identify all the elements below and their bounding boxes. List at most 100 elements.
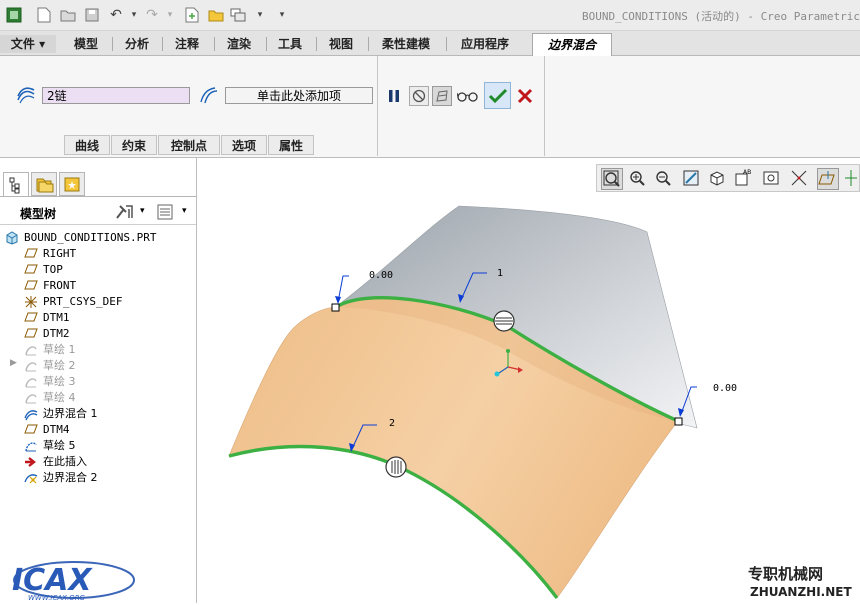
redo-dropdown-icon[interactable]: ▾ — [160, 5, 180, 25]
boundary-blend-new-icon — [24, 471, 40, 485]
insert-arrow-icon — [24, 455, 40, 469]
subtab-control-points[interactable]: 控制点 — [158, 135, 220, 155]
save-icon[interactable] — [82, 5, 102, 25]
expand-arrow-icon[interactable]: ▶ — [10, 358, 17, 368]
tab-annotate[interactable]: 注释 — [164, 35, 210, 53]
subtab-constraints[interactable]: 约束 — [111, 135, 157, 155]
customize-toolbar-icon[interactable]: ▾ — [272, 5, 292, 25]
sketch-icon — [24, 391, 40, 405]
folder-browser-tab-icon[interactable] — [31, 172, 57, 196]
sketch-icon — [24, 439, 40, 453]
app-icon[interactable] — [4, 5, 24, 25]
window-title: BOUND_CONDITIONS (活动的) - Creo Parametric — [581, 10, 860, 23]
tree-item-top[interactable]: TOP — [24, 262, 63, 278]
second-direction-field[interactable]: 单击此处添加项 — [225, 87, 373, 104]
tree-item-sketch-4[interactable]: 草绘 4 — [24, 390, 76, 406]
tab-view[interactable]: 视图 — [318, 35, 364, 53]
windows-icon[interactable] — [228, 5, 248, 25]
tree-item-sketch-3[interactable]: 草绘 3 — [24, 374, 76, 390]
tree-root[interactable]: BOUND_CONDITIONS.PRT — [5, 230, 156, 246]
tree-settings-icon[interactable] — [114, 203, 136, 224]
tab-divider — [162, 37, 163, 51]
tab-file[interactable]: 文件 ▾ — [0, 35, 56, 53]
tab-model[interactable]: 模型 — [62, 35, 110, 53]
curve-2-drag-handle[interactable] — [385, 456, 407, 478]
tree-settings-dropdown-icon[interactable]: ▾ — [140, 206, 145, 216]
sketch-icon — [24, 359, 40, 373]
tree-item-sketch-1[interactable]: 草绘 1 — [24, 342, 76, 358]
tab-divider — [112, 37, 113, 51]
windows-dropdown-icon[interactable]: ▾ — [250, 5, 270, 25]
coordinate-system-icon — [24, 295, 40, 309]
working-directory-icon[interactable] — [206, 5, 226, 25]
model-tree-tab-icon[interactable] — [3, 172, 29, 196]
show-columns-icon[interactable] — [156, 203, 174, 224]
undo-icon[interactable]: ↶ — [106, 5, 126, 25]
tree-item-right[interactable]: RIGHT — [24, 246, 76, 262]
tree-item-dtm1[interactable]: DTM1 — [24, 310, 70, 326]
dashboard-divider — [544, 56, 545, 156]
subtab-curves[interactable]: 曲线 — [64, 135, 110, 155]
navigator-panel: 模型树 ▾ ▾ BOUND_CONDITIONS.PRT RIGHT TOP F… — [0, 158, 197, 603]
logo-url: WWW.ICAX.ORG — [28, 594, 86, 602]
cancel-x-icon[interactable] — [515, 86, 535, 106]
tree-item-csys[interactable]: PRT_CSYS_DEF — [24, 294, 122, 310]
curve-label-1[interactable]: 1 — [497, 268, 503, 279]
dimension-label-right[interactable]: 0.00 — [713, 383, 737, 394]
leader-left-arrow — [335, 296, 341, 304]
logo-text: ICAX — [12, 563, 93, 598]
dimension-label-left[interactable]: 0.00 — [369, 270, 393, 281]
datum-plane-icon — [24, 423, 40, 437]
tab-flexible-modeling[interactable]: 柔性建模 — [370, 35, 442, 53]
tree-item-dtm4[interactable]: DTM4 — [24, 422, 70, 438]
undo-dropdown-icon[interactable]: ▾ — [124, 5, 144, 25]
first-direction-icon — [16, 85, 36, 105]
no-preview-icon[interactable] — [409, 86, 429, 106]
tab-applications[interactable]: 应用程序 — [448, 35, 522, 53]
subtab-properties[interactable]: 属性 — [268, 135, 314, 155]
corner-handle-left[interactable] — [331, 303, 340, 312]
datum-plane-icon — [24, 263, 40, 277]
sketch-icon — [24, 375, 40, 389]
quick-access-toolbar: ↶ ▾ ↷ ▾ ▾ ▾ BOUND_CONDITIONS (活动的) - Cre… — [0, 0, 860, 31]
icax-logo: ICAX WWW.ICAX.ORG — [6, 556, 136, 602]
boundary-blend-dashboard: 2链 单击此处添加项 曲线 约束 控制点 选项 属性 — [0, 56, 860, 158]
site-watermark-en: ZHUANZHI.NET — [750, 585, 852, 599]
datum-plane-icon — [24, 247, 40, 261]
tab-boundary-blend[interactable]: 边界混合 — [532, 33, 612, 56]
tree-item-dtm2[interactable]: DTM2 — [24, 326, 70, 342]
datum-plane-icon — [24, 311, 40, 325]
subtab-options[interactable]: 选项 — [221, 135, 267, 155]
curve-label-2[interactable]: 2 — [389, 418, 395, 429]
tab-analysis[interactable]: 分析 — [114, 35, 160, 53]
ok-check-icon[interactable] — [484, 82, 511, 109]
tree-item-boundary-blend-2[interactable]: 边界混合 2 — [24, 470, 98, 486]
redo-icon[interactable]: ↷ — [142, 5, 162, 25]
tab-divider — [446, 37, 447, 51]
tab-divider — [316, 37, 317, 51]
new-file-icon[interactable] — [34, 5, 54, 25]
favorites-tab-icon[interactable] — [59, 172, 85, 196]
tab-tools[interactable]: 工具 — [268, 35, 312, 53]
part-icon — [5, 231, 21, 245]
verify-glasses-icon[interactable] — [456, 86, 480, 106]
model-tree-title: 模型树 — [20, 207, 57, 221]
tree-item-insert-here[interactable]: 在此插入 — [24, 454, 87, 470]
open-folder-icon[interactable] — [58, 5, 78, 25]
datum-plane-icon — [24, 327, 40, 341]
tree-item-boundary-blend-1[interactable]: 边界混合 1 — [24, 406, 98, 422]
tree-item-sketch-5[interactable]: 草绘 5 — [24, 438, 76, 454]
tree-item-front[interactable]: FRONT — [24, 278, 76, 294]
tab-divider — [214, 37, 215, 51]
preview-icon[interactable] — [432, 86, 452, 106]
regenerate-icon[interactable] — [182, 5, 202, 25]
tab-render[interactable]: 渲染 — [216, 35, 262, 53]
first-direction-field[interactable]: 2链 — [42, 87, 190, 104]
sketch-icon — [24, 343, 40, 357]
corner-handle-right[interactable] — [674, 417, 683, 426]
show-dropdown-icon[interactable]: ▾ — [182, 206, 187, 216]
tree-item-sketch-2[interactable]: 草绘 2 — [24, 358, 76, 374]
boundary-blend-icon — [24, 407, 40, 421]
pause-icon[interactable] — [384, 86, 404, 106]
graphics-viewport[interactable]: 0.00 1 0.00 2 专职机械网 ZHUANZHI.NET — [197, 158, 860, 603]
